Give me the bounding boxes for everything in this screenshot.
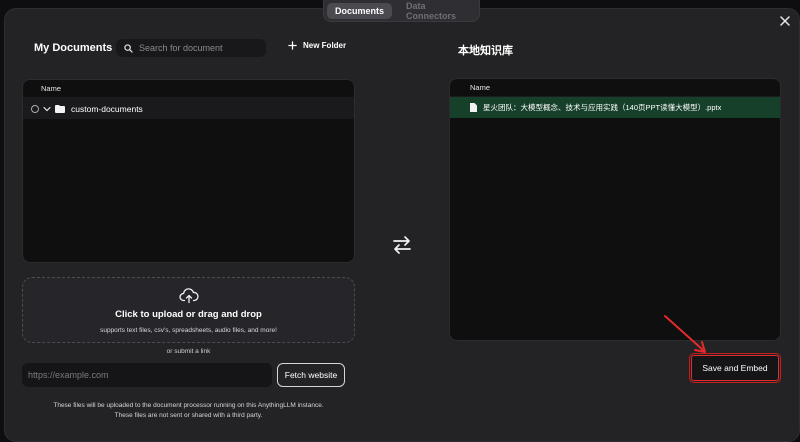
new-folder-button[interactable]: New Folder [288,41,346,50]
swap-arrows-icon[interactable] [391,234,413,256]
new-folder-label: New Folder [303,41,347,50]
cloud-upload-icon [178,288,199,304]
tab-bar: Documents Data Connectors [323,0,480,22]
close-icon[interactable] [778,14,792,28]
table-header: Name [23,80,354,98]
upload-dropzone[interactable]: Click to upload or drag and drop support… [22,277,355,343]
search-box[interactable] [116,39,266,57]
workspace-documents-panel: Name 星火团队：大模型概念、技术与应用实践（140页PPT读懂大模型）.pp… [449,78,781,341]
workspace-file-row[interactable]: 星火团队：大模型概念、技术与应用实践（140页PPT读懂大模型）.pptx [450,97,780,118]
chevron-down-icon[interactable] [43,105,51,113]
or-submit-link-label: or submit a link [166,348,211,355]
upload-title: Click to upload or drag and drop [115,309,262,320]
my-documents-title: My Documents [34,42,113,54]
search-icon [124,43,133,53]
table-header: Name [450,79,780,97]
folder-row[interactable]: custom-documents [23,98,354,119]
folder-name: custom-documents [71,103,143,114]
save-and-embed-button[interactable]: Save and Embed [689,353,781,383]
url-input[interactable] [22,363,272,387]
file-name: 星火团队：大模型概念、技术与应用实践（140页PPT读懂大模型）.pptx [483,103,722,112]
fetch-website-button[interactable]: Fetch website [277,363,345,387]
tab-documents[interactable]: Documents [327,2,393,19]
my-documents-panel: Name custom-documents [22,79,355,263]
workspace-title: 本地知识库 [458,45,513,57]
privacy-note: These files will be uploaded to the docu… [22,401,355,421]
tab-data-connectors[interactable]: Data Connectors [398,1,476,21]
plus-icon [288,41,297,50]
folder-icon [55,104,65,113]
folder-checkbox[interactable] [31,104,39,113]
search-input[interactable] [139,43,259,53]
upload-subtitle: supports text files, csv's, spreadsheets… [100,327,277,334]
privacy-note-line1: These files will be uploaded to the docu… [53,402,324,409]
file-icon [470,103,477,112]
privacy-note-line2: These files are not sent or shared with … [114,412,263,419]
